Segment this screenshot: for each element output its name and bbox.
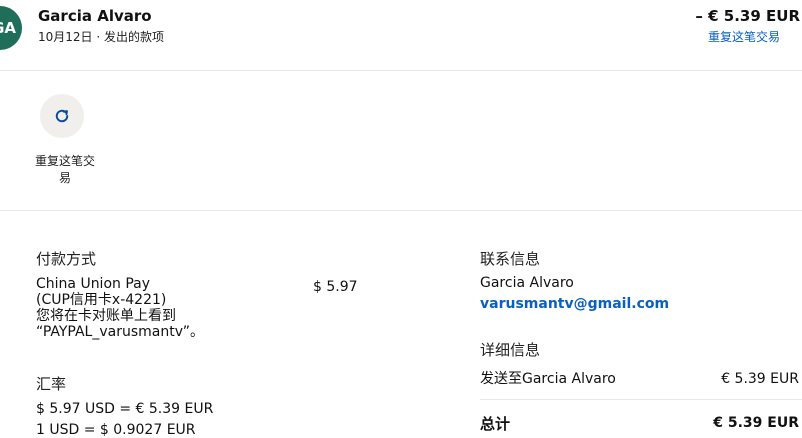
repeat-transaction-label: 重复这笔交易 xyxy=(34,154,95,185)
sent-to-label: 发送至Garcia Alvaro xyxy=(480,371,616,387)
repeat-transaction-link[interactable]: 重复这笔交易 xyxy=(708,28,780,45)
avatar: GA xyxy=(0,6,22,50)
payment-method-description: China Union Pay (CUP信用卡x-4221) 您将在卡对账单上看… xyxy=(36,276,276,340)
contact-email-link[interactable]: varusmantv@gmail.com xyxy=(480,296,669,312)
divider xyxy=(0,210,802,211)
exchange-rate-conversion: $ 5.97 USD = € 5.39 EUR xyxy=(36,401,214,417)
payment-method-amount: $ 5.97 xyxy=(313,279,358,295)
refresh-icon xyxy=(55,109,69,123)
exchange-rate-title: 汇率 xyxy=(36,375,67,393)
payment-method-line: 您将在卡对账单上看到 xyxy=(36,308,176,324)
divider xyxy=(480,399,802,400)
payment-method-line: China Union Pay xyxy=(36,276,151,292)
payment-method-line: “PAYPAL_varusmantv”。 xyxy=(36,324,204,340)
sent-amount: € 5.39 EUR xyxy=(721,371,799,387)
contact-info-title: 联系信息 xyxy=(480,250,541,268)
repeat-transaction-button[interactable] xyxy=(40,94,84,138)
payment-method-line: (CUP信用卡x-4221) xyxy=(36,292,167,308)
details-title: 详细信息 xyxy=(480,341,541,359)
total-label: 总计 xyxy=(480,415,511,433)
contact-name: Garcia Alvaro xyxy=(480,275,574,291)
payment-method-title: 付款方式 xyxy=(36,250,97,268)
exchange-rate-unit: 1 USD = $ 0.9027 EUR xyxy=(36,422,196,438)
divider xyxy=(0,70,802,71)
transaction-date-type: 10月12日 · 发出的款项 xyxy=(38,30,164,44)
transaction-amount: – € 5.39 EUR xyxy=(695,7,800,25)
payee-name: Garcia Alvaro xyxy=(38,7,152,25)
avatar-initials: GA xyxy=(0,19,16,37)
total-amount: € 5.39 EUR xyxy=(713,415,799,431)
